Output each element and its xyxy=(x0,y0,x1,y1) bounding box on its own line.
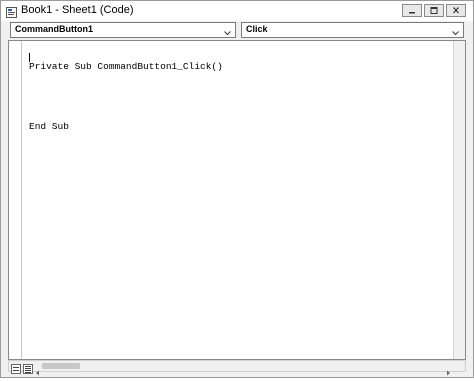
close-button[interactable] xyxy=(446,4,466,17)
code-line[interactable]: Private Sub CommandButton1_Click() xyxy=(29,62,223,72)
procedure-dropdown-value: Click xyxy=(246,24,268,34)
full-module-view-icon[interactable] xyxy=(23,361,33,374)
code-line[interactable] xyxy=(29,92,223,102)
window-title: Book1 - Sheet1 (Code) xyxy=(21,4,134,16)
minimize-button[interactable] xyxy=(402,4,422,17)
procedure-dropdown[interactable]: Click xyxy=(241,22,464,38)
chevron-down-icon xyxy=(223,25,232,36)
code-editor[interactable]: Private Sub CommandButton1_Click() End S… xyxy=(8,40,466,360)
object-dropdown-value: CommandButton1 xyxy=(15,24,93,34)
code-text[interactable]: Private Sub CommandButton1_Click() End S… xyxy=(29,42,223,152)
chevron-down-icon xyxy=(451,25,460,36)
text-cursor xyxy=(29,53,30,62)
procedure-view-icon[interactable] xyxy=(11,361,21,374)
vba-code-icon xyxy=(6,5,17,18)
object-dropdown[interactable]: CommandButton1 xyxy=(10,22,236,38)
scroll-left-arrow-icon[interactable] xyxy=(35,363,40,376)
vertical-scrollbar[interactable] xyxy=(453,41,465,359)
code-window: Book1 - Sheet1 (Code) CommandButton1 Cli… xyxy=(0,0,474,378)
horizontal-scroll-thumb[interactable] xyxy=(42,363,80,369)
maximize-button[interactable] xyxy=(424,4,444,17)
scroll-right-arrow-icon[interactable] xyxy=(446,363,451,376)
margin-indicator-bar[interactable] xyxy=(9,41,22,359)
code-line[interactable]: End Sub xyxy=(29,122,223,132)
horizontal-scrollbar[interactable] xyxy=(8,360,466,376)
title-bar[interactable]: Book1 - Sheet1 (Code) xyxy=(1,1,473,21)
